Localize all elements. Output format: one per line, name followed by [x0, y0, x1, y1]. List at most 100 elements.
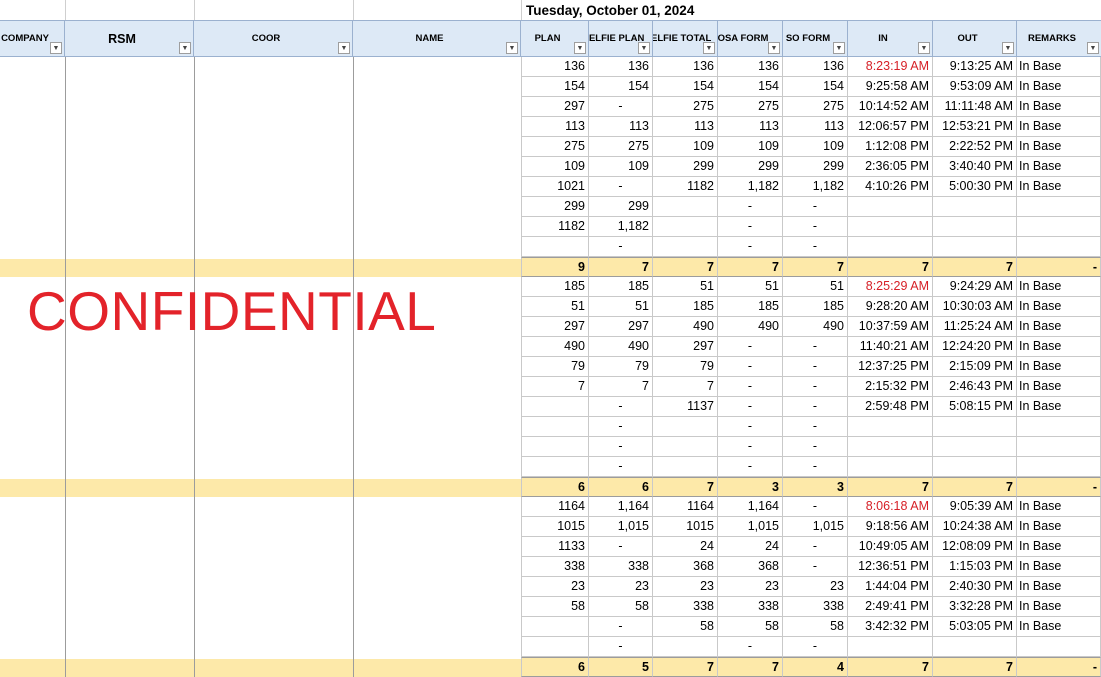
cell-out[interactable]: [933, 217, 1017, 237]
cell-remarks[interactable]: In Base: [1017, 137, 1101, 157]
cell-selfie-plan[interactable]: 5: [589, 657, 653, 677]
cell-so[interactable]: -: [783, 537, 848, 557]
cell-out[interactable]: [933, 637, 1017, 657]
cell-osa[interactable]: 109: [718, 137, 783, 157]
cell-so[interactable]: 58: [783, 617, 848, 637]
cell-selfie-total[interactable]: 338: [653, 597, 718, 617]
cell-plan[interactable]: 51: [521, 297, 589, 317]
cell-plan[interactable]: 490: [521, 337, 589, 357]
cell-selfie-plan[interactable]: 7: [589, 257, 653, 277]
filter-dropdown-icon[interactable]: ▼: [179, 42, 191, 54]
cell-so[interactable]: -: [783, 437, 848, 457]
filter-dropdown-icon[interactable]: ▼: [638, 42, 650, 54]
cell-selfie-plan[interactable]: 299: [589, 197, 653, 217]
cell-plan[interactable]: 1164: [521, 497, 589, 517]
cell-selfie-total[interactable]: 23: [653, 577, 718, 597]
cell-plan[interactable]: 23: [521, 577, 589, 597]
cell-plan[interactable]: [521, 237, 589, 257]
cell-so[interactable]: 154: [783, 77, 848, 97]
cell-so[interactable]: 113: [783, 117, 848, 137]
cell-in[interactable]: [848, 197, 933, 217]
cell-plan[interactable]: 299: [521, 197, 589, 217]
cell-remarks[interactable]: In Base: [1017, 617, 1101, 637]
cell-osa[interactable]: -: [718, 377, 783, 397]
cell-remarks[interactable]: [1017, 197, 1101, 217]
cell-so[interactable]: 338: [783, 597, 848, 617]
cell-osa[interactable]: 3: [718, 477, 783, 497]
cell-out[interactable]: 7: [933, 477, 1017, 497]
cell-remarks[interactable]: [1017, 437, 1101, 457]
cell-plan[interactable]: 58: [521, 597, 589, 617]
cell-selfie-total[interactable]: 7: [653, 257, 718, 277]
cell-in[interactable]: 10:49:05 AM: [848, 537, 933, 557]
cell-osa[interactable]: 1,015: [718, 517, 783, 537]
cell-osa[interactable]: -: [718, 457, 783, 477]
cell-out[interactable]: 9:13:25 AM: [933, 57, 1017, 77]
cell-selfie-plan[interactable]: -: [589, 537, 653, 557]
cell-so[interactable]: 4: [783, 657, 848, 677]
cell-plan[interactable]: 113: [521, 117, 589, 137]
cell-selfie-total[interactable]: 51: [653, 277, 718, 297]
cell-so[interactable]: -: [783, 557, 848, 577]
cell-remarks[interactable]: [1017, 237, 1101, 257]
cell-so[interactable]: 299: [783, 157, 848, 177]
cell-plan[interactable]: 1015: [521, 517, 589, 537]
cell-out[interactable]: 2:15:09 PM: [933, 357, 1017, 377]
cell-plan[interactable]: [521, 457, 589, 477]
cell-remarks[interactable]: In Base: [1017, 517, 1101, 537]
cell-remarks[interactable]: -: [1017, 657, 1101, 677]
cell-plan[interactable]: 1133: [521, 537, 589, 557]
cell-selfie-total[interactable]: 275: [653, 97, 718, 117]
filter-dropdown-icon[interactable]: ▼: [703, 42, 715, 54]
cell-out[interactable]: [933, 197, 1017, 217]
filter-dropdown-icon[interactable]: ▼: [1002, 42, 1014, 54]
cell-plan[interactable]: 275: [521, 137, 589, 157]
filter-dropdown-icon[interactable]: ▼: [574, 42, 586, 54]
cell-out[interactable]: 3:32:28 PM: [933, 597, 1017, 617]
cell-selfie-total[interactable]: 297: [653, 337, 718, 357]
filter-dropdown-icon[interactable]: ▼: [833, 42, 845, 54]
header-name[interactable]: NAME ▼: [353, 21, 521, 56]
cell-plan[interactable]: 109: [521, 157, 589, 177]
cell-osa[interactable]: 490: [718, 317, 783, 337]
cell-selfie-total[interactable]: 136: [653, 57, 718, 77]
cell-osa[interactable]: -: [718, 217, 783, 237]
cell-osa[interactable]: -: [718, 357, 783, 377]
cell-selfie-plan[interactable]: 1,015: [589, 517, 653, 537]
header-coor[interactable]: COOR ▼: [194, 21, 353, 56]
cell-so[interactable]: -: [783, 217, 848, 237]
cell-remarks[interactable]: -: [1017, 257, 1101, 277]
cell-osa[interactable]: 1,164: [718, 497, 783, 517]
cell-remarks[interactable]: In Base: [1017, 277, 1101, 297]
cell-osa[interactable]: 7: [718, 657, 783, 677]
cell-so[interactable]: -: [783, 397, 848, 417]
cell-out[interactable]: 2:22:52 PM: [933, 137, 1017, 157]
cell-so[interactable]: 3: [783, 477, 848, 497]
cell-selfie-plan[interactable]: -: [589, 617, 653, 637]
cell-selfie-plan[interactable]: 6: [589, 477, 653, 497]
cell-in[interactable]: 7: [848, 257, 933, 277]
filter-dropdown-icon[interactable]: ▼: [506, 42, 518, 54]
cell-plan[interactable]: 1021: [521, 177, 589, 197]
cell-out[interactable]: [933, 437, 1017, 457]
cell-out[interactable]: [933, 237, 1017, 257]
cell-osa[interactable]: 154: [718, 77, 783, 97]
cell-in[interactable]: 2:49:41 PM: [848, 597, 933, 617]
cell-remarks[interactable]: In Base: [1017, 77, 1101, 97]
cell-remarks[interactable]: [1017, 637, 1101, 657]
cell-out[interactable]: 2:40:30 PM: [933, 577, 1017, 597]
cell-so[interactable]: 109: [783, 137, 848, 157]
cell-selfie-total[interactable]: [653, 237, 718, 257]
cell-out[interactable]: 2:46:43 PM: [933, 377, 1017, 397]
cell-out[interactable]: 11:11:48 AM: [933, 97, 1017, 117]
cell-in[interactable]: 1:12:08 PM: [848, 137, 933, 157]
cell-remarks[interactable]: In Base: [1017, 117, 1101, 137]
cell-plan[interactable]: 154: [521, 77, 589, 97]
cell-osa[interactable]: 23: [718, 577, 783, 597]
cell-selfie-plan[interactable]: 51: [589, 297, 653, 317]
cell-out[interactable]: 9:05:39 AM: [933, 497, 1017, 517]
cell-osa[interactable]: 113: [718, 117, 783, 137]
cell-plan[interactable]: [521, 417, 589, 437]
cell-plan[interactable]: [521, 637, 589, 657]
cell-out[interactable]: 5:03:05 PM: [933, 617, 1017, 637]
